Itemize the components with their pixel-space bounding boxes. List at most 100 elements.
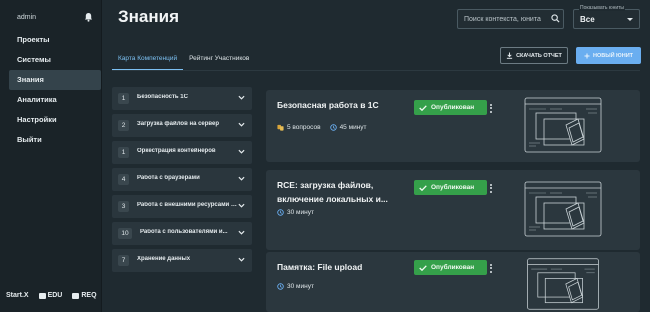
duration-info: 30 минут [277, 283, 314, 290]
more-options-icon[interactable] [487, 261, 495, 275]
brand-edu[interactable]: EDU [38, 292, 63, 299]
bell-icon[interactable] [84, 12, 93, 22]
download-report-label: СКАЧАТЬ ОТЧЕТ [516, 52, 562, 59]
list-item[interactable]: 1 Безопасность 1С [112, 87, 252, 110]
duration: 30 минут [287, 283, 314, 290]
sidebar-item-logout[interactable]: Выйти [0, 130, 102, 150]
duration: 45 минут [339, 124, 367, 131]
chevron-down-icon [238, 230, 245, 235]
unit-count-badge: 2 [118, 120, 129, 131]
clock-icon [329, 124, 337, 131]
check-icon [419, 264, 427, 271]
unit-count-badge: 7 [118, 255, 129, 266]
unit-filter-select[interactable]: Показывать юниты Все [573, 5, 640, 29]
status-badge: Опубликован [414, 260, 487, 275]
unit-illustration [527, 258, 599, 310]
chevron-down-icon [238, 149, 245, 154]
tab-participants-rating[interactable]: Рейтинг Участников [183, 48, 255, 70]
sidebar: admin Проекты Системы Знания Аналитика Н… [0, 0, 102, 312]
competency-list: 1 Безопасность 1С 2 Загрузка файлов на с… [112, 87, 252, 276]
unit-count-badge: 4 [118, 174, 129, 185]
sidebar-item-projects[interactable]: Проекты [0, 30, 102, 50]
unit-meta: 5 вопросов 45 минут [277, 124, 367, 131]
duration-info: 30 минут [277, 209, 314, 216]
chevron-down-icon [238, 203, 245, 208]
clock-icon [277, 209, 284, 216]
new-unit-button[interactable]: НОВЫЙ ЮНИТ [576, 47, 641, 64]
brand-startx-label: Start.X [6, 292, 29, 299]
unit-illustration [524, 97, 602, 153]
unit-meta: 30 минут [277, 283, 314, 290]
sidebar-item-systems[interactable]: Системы [0, 50, 102, 70]
competency-name: Работа с пользователями и... [140, 229, 228, 235]
unit-card[interactable]: RCE: загрузка файлов, включение локальны… [266, 170, 640, 250]
status-badge: Опубликован [414, 180, 487, 195]
chevron-down-icon [238, 122, 245, 127]
competency-name: Работа с браузерами [137, 175, 200, 181]
unit-count-badge: 1 [118, 147, 129, 158]
chevron-down-icon [238, 257, 245, 262]
sidebar-item-settings[interactable]: Настройки [0, 110, 102, 130]
unit-title: Памятка: File upload [277, 262, 363, 272]
tab-bar: Карта Компетенций Рейтинг Участников [112, 48, 255, 70]
chevron-down-icon [238, 95, 245, 100]
document-icon [72, 292, 80, 299]
duration-info: 45 минут [329, 124, 367, 131]
tab-competency-map[interactable]: Карта Компетенций [112, 48, 184, 70]
status-label: Опубликован [431, 264, 475, 271]
user-name: admin [17, 14, 37, 21]
tabs-divider [112, 70, 640, 71]
competency-name: Оркестрация контейнеров [137, 148, 216, 154]
more-options-icon[interactable] [487, 101, 495, 115]
unit-count-badge: 10 [118, 228, 132, 239]
unit-filter-value: Все [580, 15, 595, 24]
book-icon [38, 292, 46, 299]
brand-startx[interactable]: Start.X [6, 292, 29, 299]
unit-card[interactable]: Безопасная работа в 1С Опубликован 5 воп… [266, 90, 640, 162]
download-report-button[interactable]: СКАЧАТЬ ОТЧЕТ [500, 47, 568, 64]
user-bar: admin [0, 0, 102, 34]
list-item[interactable]: 3 Работа с внешними ресурсами и... [112, 195, 252, 218]
search-icon[interactable] [551, 14, 560, 23]
chevron-down-icon [627, 18, 633, 21]
unit-illustration [524, 181, 602, 237]
chevron-down-icon [238, 176, 245, 181]
status-label: Опубликован [431, 184, 475, 191]
unit-filter-legend: Показывать юниты [579, 5, 626, 11]
brand-edu-label: EDU [47, 292, 63, 299]
more-options-icon[interactable] [487, 181, 495, 195]
unit-card[interactable]: Памятка: File upload Опубликован 30 мину… [266, 252, 640, 312]
sidebar-item-analytics[interactable]: Аналитика [0, 90, 102, 110]
plus-icon [584, 53, 590, 58]
competency-name: Загрузка файлов на сервер [137, 121, 220, 127]
list-item[interactable]: 7 Хранение данных [112, 249, 252, 272]
list-item[interactable]: 4 Работа с браузерами [112, 168, 252, 191]
status-label: Опубликован [431, 104, 475, 111]
new-unit-label: НОВЫЙ ЮНИТ [592, 52, 634, 59]
check-icon [419, 184, 427, 191]
list-item[interactable]: 1 Оркестрация контейнеров [112, 141, 252, 164]
sidebar-item-knowledge[interactable]: Знания [9, 70, 101, 90]
brand-req[interactable]: REQ [72, 292, 97, 299]
questions-count: 5 вопросов [287, 124, 321, 131]
unit-count-badge: 3 [118, 201, 129, 212]
questions-info: 5 вопросов [277, 124, 321, 131]
competency-name: Работа с внешними ресурсами и... [137, 202, 237, 208]
competency-name: Хранение данных [137, 256, 191, 262]
download-icon [506, 52, 513, 59]
questions-icon [277, 124, 284, 131]
unit-meta: 30 минут [277, 209, 314, 216]
competency-name: Безопасность 1С [137, 94, 188, 100]
search-input[interactable] [464, 10, 552, 28]
clock-icon [277, 283, 284, 290]
page-title: Знания [118, 7, 180, 26]
brand-req-label: REQ [81, 292, 97, 299]
unit-title: RCE: загрузка файлов, включение локальны… [277, 180, 388, 204]
search-box [457, 9, 564, 29]
list-item[interactable]: 2 Загрузка файлов на сервер [112, 114, 252, 137]
check-icon [419, 104, 427, 111]
product-switcher: Start.X EDU REQ [6, 292, 97, 299]
list-item[interactable]: 10 Работа с пользователями и... [112, 222, 252, 245]
duration: 30 минут [287, 209, 314, 216]
unit-count-badge: 1 [118, 93, 129, 104]
